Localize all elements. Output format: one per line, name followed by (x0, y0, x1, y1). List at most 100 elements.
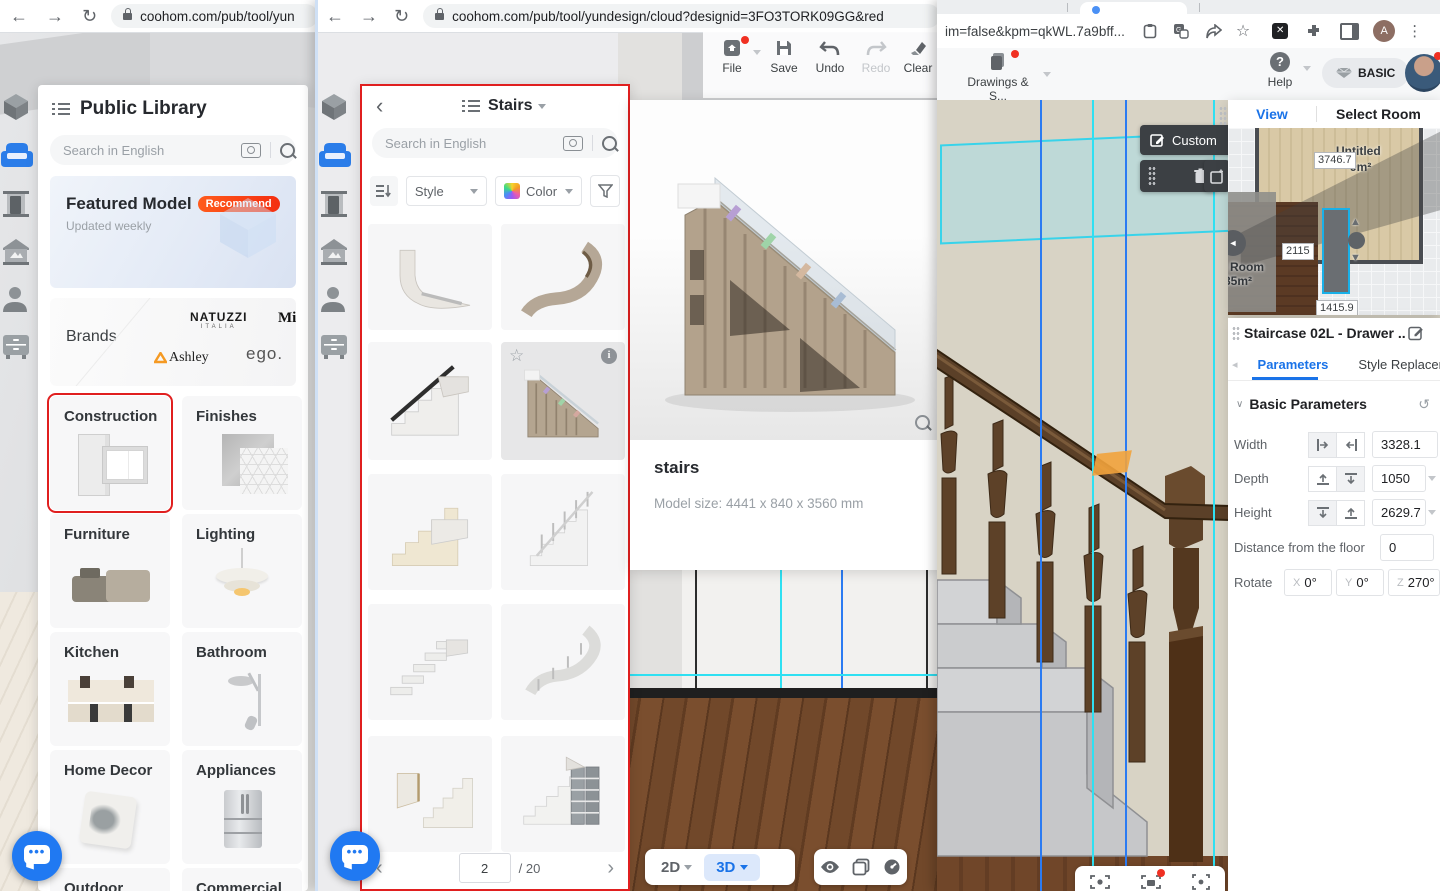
gauge-icon[interactable] (883, 858, 901, 876)
image-search-icon[interactable] (241, 143, 261, 158)
stairs-title[interactable]: Stairs (488, 97, 532, 115)
browser-tab[interactable] (1080, 2, 1187, 14)
distance-input[interactable]: 0 (1380, 534, 1434, 561)
sidebar-item-templates[interactable] (318, 236, 354, 270)
address-bar[interactable]: coohom.com/pub/tool/yundesign/cloud?desi… (423, 4, 940, 28)
drawings-button[interactable]: Drawings & S... (959, 52, 1037, 103)
visibility-eye-icon[interactable] (820, 860, 840, 874)
save-button[interactable]: Save (761, 38, 807, 75)
sidebar-item-construction[interactable] (318, 188, 354, 222)
category-bathroom[interactable]: Bathroom (182, 632, 302, 746)
extensions-puzzle-icon[interactable] (1306, 23, 1322, 39)
redo-button[interactable]: Redo (853, 38, 899, 75)
category-commercial[interactable]: Commercial (182, 868, 302, 891)
height-align-top-button[interactable] (1308, 500, 1337, 526)
mode-3d-button[interactable]: 3D (704, 854, 760, 881)
back-button[interactable]: ← (10, 7, 28, 25)
rotate-y-input[interactable]: Y0° (1336, 569, 1384, 596)
stairs-search-input[interactable] (372, 135, 563, 152)
sort-button[interactable] (370, 176, 398, 206)
cube-view-icon[interactable] (852, 858, 870, 876)
sidebar-item-furniture[interactable] (0, 140, 36, 174)
stairs-menu-icon[interactable] (462, 99, 480, 113)
width-align-right-button[interactable] (1337, 432, 1365, 458)
page-input[interactable] (459, 853, 511, 883)
height-input[interactable]: 2629.7 (1372, 499, 1426, 526)
sidebar-item-storage[interactable] (318, 332, 354, 366)
undo-button[interactable]: Undo (807, 38, 853, 75)
reset-icon[interactable]: ↺ (1418, 396, 1430, 413)
stair-thumbnail[interactable] (501, 474, 625, 590)
sidebar-item-models[interactable] (318, 92, 354, 126)
back-chevron[interactable]: ‹ (376, 93, 383, 119)
tab-select-room[interactable]: Select Room (1317, 106, 1440, 122)
side-panel-icon[interactable] (1340, 23, 1359, 40)
library-search-input[interactable] (50, 142, 241, 159)
floorplan-minimap[interactable]: ◄ ▲ ▼ Untitled 9m² 3746.7 2115 ng Room 9… (1228, 128, 1440, 315)
wall-handle-dot[interactable] (1348, 232, 1365, 249)
depth-align-front-button[interactable] (1308, 466, 1337, 492)
stairs-search[interactable] (372, 128, 618, 158)
category-home-decor[interactable]: Home Decor (50, 750, 170, 864)
reload-button[interactable]: ↻ (394, 7, 409, 25)
drag-handle[interactable] (1148, 166, 1156, 186)
sidebar-item-storage[interactable] (0, 332, 36, 366)
filter-button[interactable] (590, 175, 620, 207)
height-align-bottom-button[interactable] (1337, 500, 1365, 526)
height-caret-icon[interactable] (1428, 510, 1436, 515)
favorite-star-icon[interactable]: ☆ (509, 346, 524, 366)
image-search-icon[interactable] (563, 136, 583, 151)
depth-align-back-button[interactable] (1337, 466, 1365, 492)
stair-thumbnail[interactable] (501, 604, 625, 720)
address-bar[interactable]: coohom.com/pub/tool/yun (111, 4, 318, 28)
depth-input[interactable]: 1050 (1372, 465, 1426, 492)
search-icon[interactable] (602, 136, 617, 151)
bookmark-star-icon[interactable]: ☆ (1236, 21, 1250, 41)
tab-style-replacement[interactable]: Style Replaceme (1358, 357, 1440, 372)
translate-icon[interactable]: G (1173, 23, 1189, 39)
stair-thumbnail[interactable] (501, 736, 625, 852)
render-icon[interactable] (1090, 874, 1110, 890)
tabs-scroll-left[interactable]: ◂ (1232, 358, 1238, 371)
profile-avatar[interactable]: A (1373, 20, 1395, 42)
forward-button[interactable]: → (360, 7, 378, 25)
sidebar-item-account[interactable] (0, 284, 36, 318)
sidebar-item-models[interactable] (0, 92, 36, 126)
reload-button[interactable]: ↻ (82, 7, 97, 25)
panel-drag-handle[interactable] (1232, 326, 1240, 342)
width-align-left-button[interactable] (1308, 432, 1337, 458)
depth-caret-icon[interactable] (1428, 476, 1436, 481)
forward-button[interactable]: → (46, 7, 64, 25)
sidebar-item-furniture[interactable] (318, 140, 354, 174)
category-furniture[interactable]: Furniture (50, 514, 170, 628)
browser-menu-icon[interactable]: ⋮ (1407, 22, 1422, 40)
selected-wall[interactable] (1322, 208, 1350, 294)
category-appliances[interactable]: Appliances (182, 750, 302, 864)
category-finishes[interactable]: Finishes (182, 396, 302, 510)
category-construction[interactable]: Construction (50, 396, 170, 510)
stair-thumbnail[interactable] (368, 342, 492, 460)
stair-thumbnail[interactable] (368, 604, 492, 720)
stair-thumbnail[interactable] (368, 474, 492, 590)
category-kitchen[interactable]: Kitchen (50, 632, 170, 746)
panel-drag-handle[interactable] (1219, 106, 1227, 126)
tab-parameters[interactable]: Parameters (1258, 357, 1329, 372)
sidebar-item-templates[interactable] (0, 236, 36, 270)
user-avatar[interactable] (1405, 54, 1440, 92)
info-icon[interactable]: i (601, 348, 617, 364)
sidebar-item-construction[interactable] (0, 188, 36, 222)
rotate-x-input[interactable]: X0° (1284, 569, 1332, 596)
brands-card[interactable]: Brands NATUZZI ITALIA Mi Ashley ego. (50, 298, 296, 386)
color-filter[interactable]: Color (495, 176, 582, 206)
rotate-z-input[interactable]: Z270° (1388, 569, 1440, 596)
help-button[interactable]: ? Help (1257, 52, 1303, 89)
category-outdoor[interactable]: Outdoor (50, 868, 170, 891)
style-filter[interactable]: Style (406, 176, 487, 206)
chat-bubble-button[interactable]: ••• (12, 831, 62, 881)
share-icon[interactable] (1205, 24, 1222, 39)
featured-model-card[interactable]: Featured Model Recommend Updated weekly (50, 176, 296, 288)
zoom-image-icon[interactable] (915, 415, 930, 430)
staircase-3d[interactable] (937, 318, 1237, 891)
stair-thumbnail[interactable] (501, 224, 625, 330)
stairs-caret-icon[interactable] (538, 104, 546, 109)
